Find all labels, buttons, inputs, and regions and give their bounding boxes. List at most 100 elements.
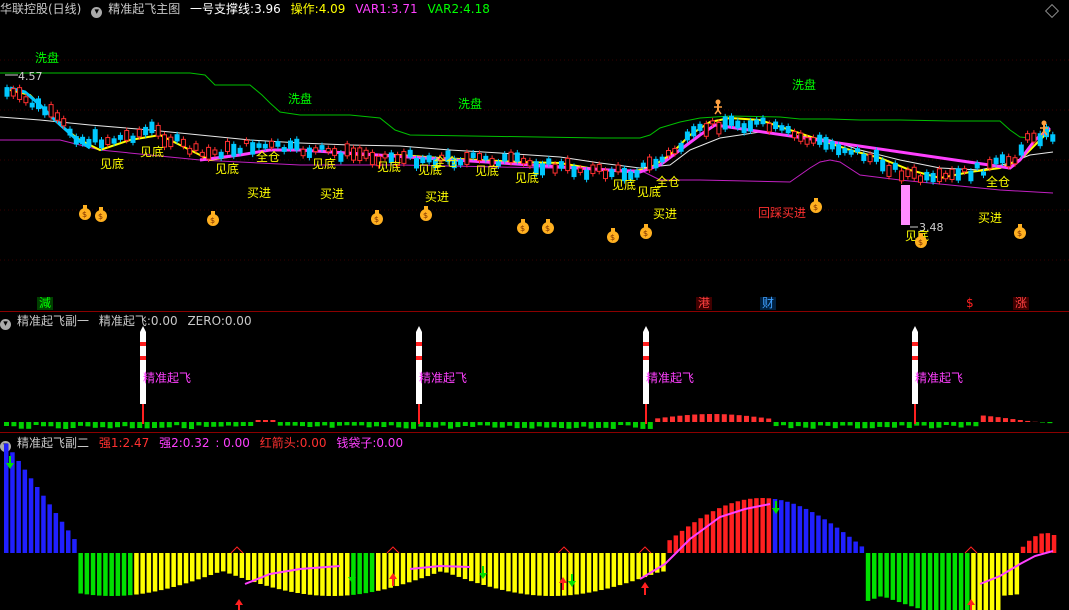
sub2-bar [841, 532, 846, 553]
candlestick [647, 154, 653, 173]
sub2-bar [661, 553, 666, 572]
candlestick [936, 165, 942, 185]
sub1-bar [951, 422, 957, 426]
sub1-bar [48, 422, 54, 427]
sub2-bar [617, 553, 623, 586]
sub1-bar [337, 422, 342, 426]
sub1-bar [314, 422, 320, 427]
sub2-bar [264, 553, 269, 586]
sub2-bar [487, 553, 493, 587]
sub1-bar [610, 422, 616, 429]
sub2-bar [605, 553, 610, 589]
sub2-bar [382, 553, 387, 590]
sub2-bar [549, 553, 555, 596]
signal-label-buy: 买进 [320, 187, 344, 201]
candlestick [615, 162, 621, 175]
sub1-bar [1003, 418, 1008, 422]
sub2-bar [276, 553, 282, 590]
sub2-bar [791, 503, 796, 553]
sub2-bar [735, 501, 741, 553]
sub2-bar [239, 553, 245, 578]
signal-label-buy: 买进 [978, 211, 1002, 225]
sub1-bar [847, 422, 853, 426]
up-arrow-icon [641, 582, 649, 595]
rocket-icon: 精准起飞 [416, 326, 467, 424]
sub1-chart[interactable]: 精准起飞 精准起飞 精准起飞 精准起飞 [0, 312, 1069, 432]
sub2-bar [152, 553, 158, 592]
sub1-bar [929, 422, 934, 429]
sub1-bar [855, 422, 860, 429]
sub1-bar [596, 422, 601, 428]
sub2-bar [270, 553, 276, 588]
sub1-bar [115, 422, 120, 428]
candlestick [817, 132, 823, 148]
candlestick [722, 113, 728, 133]
sub1-bar [781, 422, 786, 426]
sub2-bar [35, 487, 40, 553]
candlestick [29, 100, 35, 110]
sub1-bar [795, 422, 801, 427]
candlestick [130, 133, 136, 146]
rocket-icon: 精准起飞 [912, 326, 963, 424]
money-bag-icon: $ [542, 219, 554, 234]
sub1-bar [277, 422, 283, 426]
money-bag-icon: $ [607, 228, 619, 243]
signal-label-wash: 洗盘 [792, 77, 816, 92]
main-price-chart[interactable]: 4.57 3.48 洗盘洗盘 洗盘洗盘见底见底见底 见底 见底 见底 见底 见底 见底 见底见底… [0, 0, 1069, 312]
svg-text:$: $ [643, 229, 648, 238]
sub1-bar [803, 422, 809, 428]
sub2-bar [803, 508, 809, 553]
peak-marker [386, 546, 400, 554]
sub2-bar [834, 527, 840, 553]
sub2-bar [903, 553, 908, 605]
sub2-bar [47, 504, 52, 553]
sub2-bar [506, 553, 511, 592]
candlestick [225, 138, 230, 155]
sub2-bar [221, 553, 226, 572]
sub1-bar [877, 422, 883, 427]
panel-divider[interactable] [0, 432, 1069, 433]
event-tag-rise[interactable]: 涨 [1013, 297, 1030, 310]
signal-label-wash: 洗盘 [35, 50, 59, 65]
sub2-bar [202, 553, 207, 578]
sub2-bar [1045, 533, 1051, 553]
sub1-bar [122, 422, 128, 427]
sub1-bar [248, 422, 254, 426]
event-tag-hk[interactable]: 港 [696, 297, 713, 310]
sub1-bar [285, 422, 291, 426]
sub2-chart[interactable] [0, 434, 1069, 610]
sub1-bar [270, 420, 276, 422]
sub2-bar [512, 553, 517, 593]
sub2-bar [723, 505, 728, 553]
sub1-bar [218, 422, 224, 427]
highlight-bar [901, 185, 910, 225]
event-tag-dollar[interactable]: $ [964, 297, 976, 310]
sub2-bar [996, 553, 1001, 610]
event-tag-reduce[interactable]: 減 [37, 297, 54, 310]
event-tag-finance[interactable]: 财 [760, 297, 777, 310]
sub1-bar [78, 422, 83, 426]
signal-label-bottom: 见底 [377, 159, 401, 174]
sub1-bar [862, 422, 868, 429]
sub1-bar [980, 415, 986, 422]
sub1-bar [351, 422, 357, 426]
sub1-bar [766, 418, 772, 422]
peak-marker [964, 546, 978, 554]
sub1-bar [381, 422, 387, 428]
sub2-bar [301, 553, 307, 594]
sub1-bar [655, 418, 661, 422]
svg-text:$: $ [98, 212, 103, 221]
sub2-bar [624, 553, 629, 584]
sub1-bar [906, 422, 912, 428]
sub2-bar [252, 553, 257, 583]
svg-text:$: $ [82, 210, 87, 219]
signal-label-buy: 买进 [425, 190, 449, 204]
sub1-bar [300, 422, 305, 427]
sub2-bar [698, 518, 703, 553]
sub2-bar [407, 553, 412, 583]
sub1-bar [411, 422, 416, 429]
sub2-bar [109, 553, 114, 596]
sub1-bar [832, 422, 838, 429]
sub2-bar [822, 519, 827, 553]
sub2-bar [413, 553, 418, 581]
